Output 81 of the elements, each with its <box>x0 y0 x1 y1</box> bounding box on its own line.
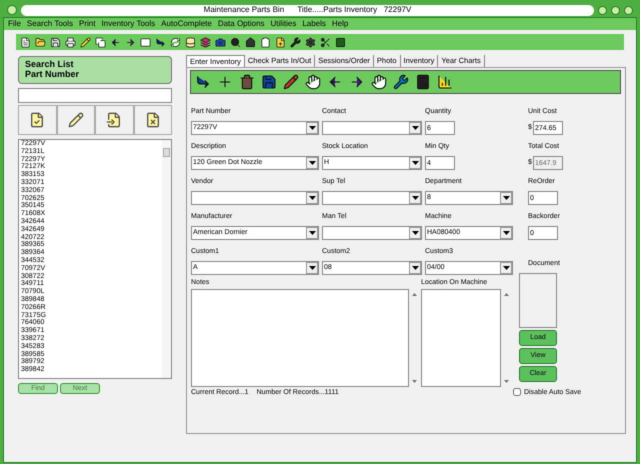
dropdown-icon[interactable] <box>500 262 512 274</box>
dropdown-icon[interactable] <box>409 262 421 274</box>
tools-icon[interactable] <box>393 74 409 90</box>
dropdown-icon[interactable] <box>306 262 318 274</box>
turn-arrow-icon[interactable] <box>195 74 211 90</box>
chart-icon[interactable] <box>437 74 453 90</box>
dropdown-icon[interactable] <box>306 122 318 134</box>
menu-item[interactable]: Help <box>332 20 348 28</box>
auto-save-checkbox[interactable] <box>513 388 521 396</box>
pencil-icon[interactable] <box>80 36 91 48</box>
scissors-icon[interactable] <box>320 36 331 48</box>
menu-item[interactable]: Inventory Tools <box>101 20 156 28</box>
menu-item[interactable]: Search Tools <box>26 20 73 28</box>
trash-icon[interactable] <box>239 74 255 90</box>
maximize-button[interactable] <box>611 6 620 14</box>
window-title: Maintenance Parts Bin Title.....Parts Inventory 72297V <box>204 6 412 14</box>
checklist-icon <box>29 112 46 128</box>
app-icon <box>7 5 17 15</box>
search-field[interactable] <box>18 88 172 103</box>
search-subtitle: Part Number <box>25 69 80 79</box>
menu-item[interactable]: AutoComplete <box>161 20 212 28</box>
scroll-up-icon[interactable] <box>504 293 508 296</box>
dropdown-icon[interactable] <box>306 192 318 204</box>
camera-icon[interactable] <box>215 36 226 48</box>
combo-field[interactable] <box>322 226 422 240</box>
menu-item[interactable]: Utilities <box>270 20 296 28</box>
search-tool-button[interactable] <box>95 105 134 135</box>
tag-page-icon <box>144 112 161 128</box>
dropdown-icon[interactable] <box>500 227 512 239</box>
hand-right-icon[interactable] <box>371 74 387 90</box>
dropdown-icon[interactable] <box>306 227 318 239</box>
search-tool-button[interactable] <box>18 105 56 135</box>
document-preview <box>519 273 557 328</box>
search-title: Search List <box>25 59 75 69</box>
menu-item[interactable]: Labels <box>302 20 326 28</box>
dropdown-icon[interactable] <box>409 227 421 239</box>
scroll-down-icon[interactable] <box>504 380 508 383</box>
menu-item[interactable]: Print <box>79 20 96 28</box>
dropdown-icon[interactable] <box>500 192 512 204</box>
printer-icon[interactable] <box>65 36 76 48</box>
dropdown-icon[interactable] <box>409 192 421 204</box>
dropdown-icon[interactable] <box>409 122 421 134</box>
scrollbar[interactable] <box>162 140 171 378</box>
search-tool-button[interactable] <box>134 105 172 135</box>
copy-page-icon <box>106 112 122 128</box>
copy-icon[interactable] <box>95 36 106 48</box>
notepad-icon[interactable] <box>283 74 299 90</box>
turn-arrow-icon[interactable] <box>155 36 166 48</box>
settings-icon[interactable] <box>305 36 316 48</box>
page-icon[interactable] <box>275 36 286 48</box>
menu-item[interactable]: File <box>8 20 21 28</box>
dropdown-icon[interactable] <box>306 157 318 169</box>
search-icon[interactable] <box>230 36 241 48</box>
location-field[interactable] <box>421 289 501 387</box>
close-button[interactable] <box>624 6 633 14</box>
scroll-down-icon[interactable] <box>412 380 416 383</box>
part-list[interactable] <box>18 139 172 379</box>
left-arrow-icon[interactable] <box>327 74 343 90</box>
clipboard-icon[interactable] <box>260 36 271 48</box>
wrench-icon[interactable] <box>290 36 301 48</box>
scroll-up-icon[interactable] <box>412 293 416 296</box>
menu-item[interactable]: Data Options <box>218 20 265 28</box>
layers-icon[interactable] <box>200 36 211 48</box>
hand-left-icon[interactable] <box>305 74 321 90</box>
notes-field[interactable] <box>191 289 409 387</box>
search-tool-button[interactable] <box>56 105 95 135</box>
add-icon[interactable] <box>217 74 233 90</box>
left-arrow-icon[interactable] <box>110 36 121 48</box>
refresh-icon[interactable] <box>170 36 181 48</box>
database-icon[interactable] <box>185 36 196 48</box>
right-arrow-icon[interactable] <box>125 36 136 48</box>
folder-icon[interactable] <box>35 36 46 48</box>
combo-field[interactable] <box>191 191 319 205</box>
document-icon[interactable] <box>20 36 31 48</box>
combo-field[interactable] <box>322 191 422 205</box>
minimize-button[interactable] <box>598 6 607 14</box>
dropdown-icon[interactable] <box>409 157 421 169</box>
edit-page-icon <box>68 112 84 128</box>
house-icon[interactable] <box>245 36 256 48</box>
right-arrow-icon[interactable] <box>349 74 365 90</box>
combo-field[interactable] <box>322 121 422 135</box>
